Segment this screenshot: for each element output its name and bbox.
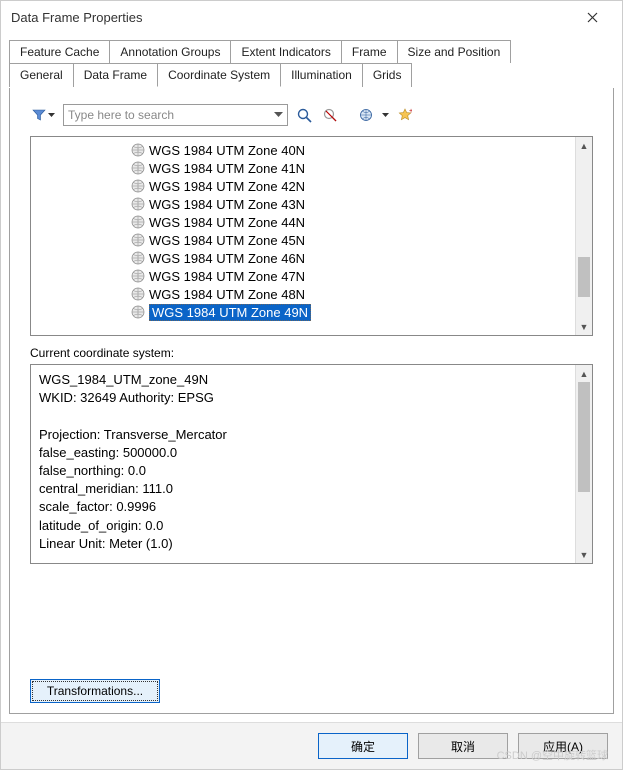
globe-icon bbox=[131, 161, 145, 175]
globe-add-icon bbox=[359, 108, 374, 123]
scroll-thumb[interactable] bbox=[578, 382, 590, 492]
current-cs-label: Current coordinate system: bbox=[30, 346, 593, 360]
transformations-button[interactable]: Transformations... bbox=[30, 679, 160, 703]
scroll-up-icon[interactable]: ▲ bbox=[576, 365, 592, 382]
tree-item[interactable]: WGS 1984 UTM Zone 44N bbox=[31, 213, 575, 231]
titlebar: Data Frame Properties bbox=[1, 1, 622, 33]
tree-item-label: WGS 1984 UTM Zone 49N bbox=[149, 304, 311, 321]
search-icon bbox=[297, 108, 312, 123]
svg-text:+: + bbox=[409, 108, 412, 115]
search-input-wrap[interactable] bbox=[63, 104, 288, 126]
globe-icon bbox=[131, 269, 145, 283]
scroll-down-icon[interactable]: ▼ bbox=[576, 546, 592, 563]
globe-icon bbox=[131, 233, 145, 247]
apply-button[interactable]: 应用(A) bbox=[518, 733, 608, 759]
search-input[interactable] bbox=[68, 108, 274, 122]
search-clear-icon bbox=[323, 108, 338, 123]
cancel-button[interactable]: 取消 bbox=[418, 733, 508, 759]
globe-icon bbox=[131, 305, 145, 319]
tab-size-and-position[interactable]: Size and Position bbox=[397, 40, 512, 63]
scrollbar[interactable]: ▲ ▼ bbox=[575, 137, 592, 335]
tree-item-label: WGS 1984 UTM Zone 43N bbox=[149, 197, 305, 212]
globe-icon bbox=[131, 287, 145, 301]
globe-icon bbox=[131, 215, 145, 229]
tab-illumination[interactable]: Illumination bbox=[280, 63, 363, 87]
tree-item[interactable]: WGS 1984 UTM Zone 40N bbox=[31, 141, 575, 159]
tab-data-frame[interactable]: Data Frame bbox=[73, 63, 158, 87]
tab-feature-cache[interactable]: Feature Cache bbox=[9, 40, 110, 63]
chevron-down-icon bbox=[274, 112, 283, 118]
tree-item-label: WGS 1984 UTM Zone 42N bbox=[149, 179, 305, 194]
clear-search-button[interactable] bbox=[320, 105, 340, 125]
tree-item-label: WGS 1984 UTM Zone 44N bbox=[149, 215, 305, 230]
tree-item[interactable]: WGS 1984 UTM Zone 49N bbox=[31, 303, 575, 321]
tab-panel: + WGS 1984 UTM Zone 40NWGS 1984 UTM Zone… bbox=[9, 88, 614, 714]
globe-icon bbox=[131, 251, 145, 265]
globe-icon bbox=[131, 179, 145, 193]
globe-icon bbox=[131, 143, 145, 157]
toolbar: + bbox=[30, 104, 593, 126]
tab-frame[interactable]: Frame bbox=[341, 40, 398, 63]
tab-strip: Feature CacheAnnotation GroupsExtent Ind… bbox=[9, 39, 614, 88]
tree-item[interactable]: WGS 1984 UTM Zone 45N bbox=[31, 231, 575, 249]
globe-icon bbox=[131, 197, 145, 211]
dialog-footer: 确定 取消 应用(A) CSDN @空中旋转篮球 bbox=[1, 722, 622, 769]
funnel-icon bbox=[32, 108, 46, 122]
add-cs-dropdown[interactable] bbox=[356, 105, 376, 125]
scroll-down-icon[interactable]: ▼ bbox=[576, 318, 592, 335]
star-icon: + bbox=[398, 108, 412, 122]
tab-general[interactable]: General bbox=[9, 63, 74, 87]
tab-coordinate-system[interactable]: Coordinate System bbox=[157, 63, 281, 87]
tree-item-label: WGS 1984 UTM Zone 48N bbox=[149, 287, 305, 302]
scroll-up-icon[interactable]: ▲ bbox=[576, 137, 592, 154]
tree-item[interactable]: WGS 1984 UTM Zone 42N bbox=[31, 177, 575, 195]
search-button[interactable] bbox=[294, 105, 314, 125]
tree-item-label: WGS 1984 UTM Zone 47N bbox=[149, 269, 305, 284]
tree-item-label: WGS 1984 UTM Zone 46N bbox=[149, 251, 305, 266]
window-title: Data Frame Properties bbox=[11, 10, 570, 25]
tree-item[interactable]: WGS 1984 UTM Zone 47N bbox=[31, 267, 575, 285]
current-cs-text: WGS_1984_UTM_zone_49N WKID: 32649 Author… bbox=[31, 365, 575, 563]
tree-item[interactable]: WGS 1984 UTM Zone 41N bbox=[31, 159, 575, 177]
close-button[interactable] bbox=[570, 2, 614, 32]
ok-button[interactable]: 确定 bbox=[318, 733, 408, 759]
tab-annotation-groups[interactable]: Annotation Groups bbox=[109, 40, 231, 63]
scrollbar[interactable]: ▲ ▼ bbox=[575, 365, 592, 563]
current-cs-details: WGS_1984_UTM_zone_49N WKID: 32649 Author… bbox=[30, 364, 593, 564]
coord-system-tree[interactable]: WGS 1984 UTM Zone 40N WGS 1984 UTM Zone 4… bbox=[30, 136, 593, 336]
chevron-down-icon bbox=[48, 113, 55, 118]
tree-item-label: WGS 1984 UTM Zone 41N bbox=[149, 161, 305, 176]
scroll-thumb[interactable] bbox=[578, 257, 590, 297]
tree-item-label: WGS 1984 UTM Zone 45N bbox=[149, 233, 305, 248]
tree-item[interactable]: WGS 1984 UTM Zone 46N bbox=[31, 249, 575, 267]
tab-grids[interactable]: Grids bbox=[362, 63, 413, 87]
tree-item[interactable]: WGS 1984 UTM Zone 43N bbox=[31, 195, 575, 213]
tree-item-label: WGS 1984 UTM Zone 40N bbox=[149, 143, 305, 158]
favorite-button[interactable]: + bbox=[395, 105, 415, 125]
tab-extent-indicators[interactable]: Extent Indicators bbox=[230, 40, 341, 63]
filter-dropdown[interactable] bbox=[30, 106, 57, 124]
chevron-down-icon bbox=[382, 113, 389, 118]
tree-item[interactable]: WGS 1984 UTM Zone 48N bbox=[31, 285, 575, 303]
close-icon bbox=[587, 12, 598, 23]
